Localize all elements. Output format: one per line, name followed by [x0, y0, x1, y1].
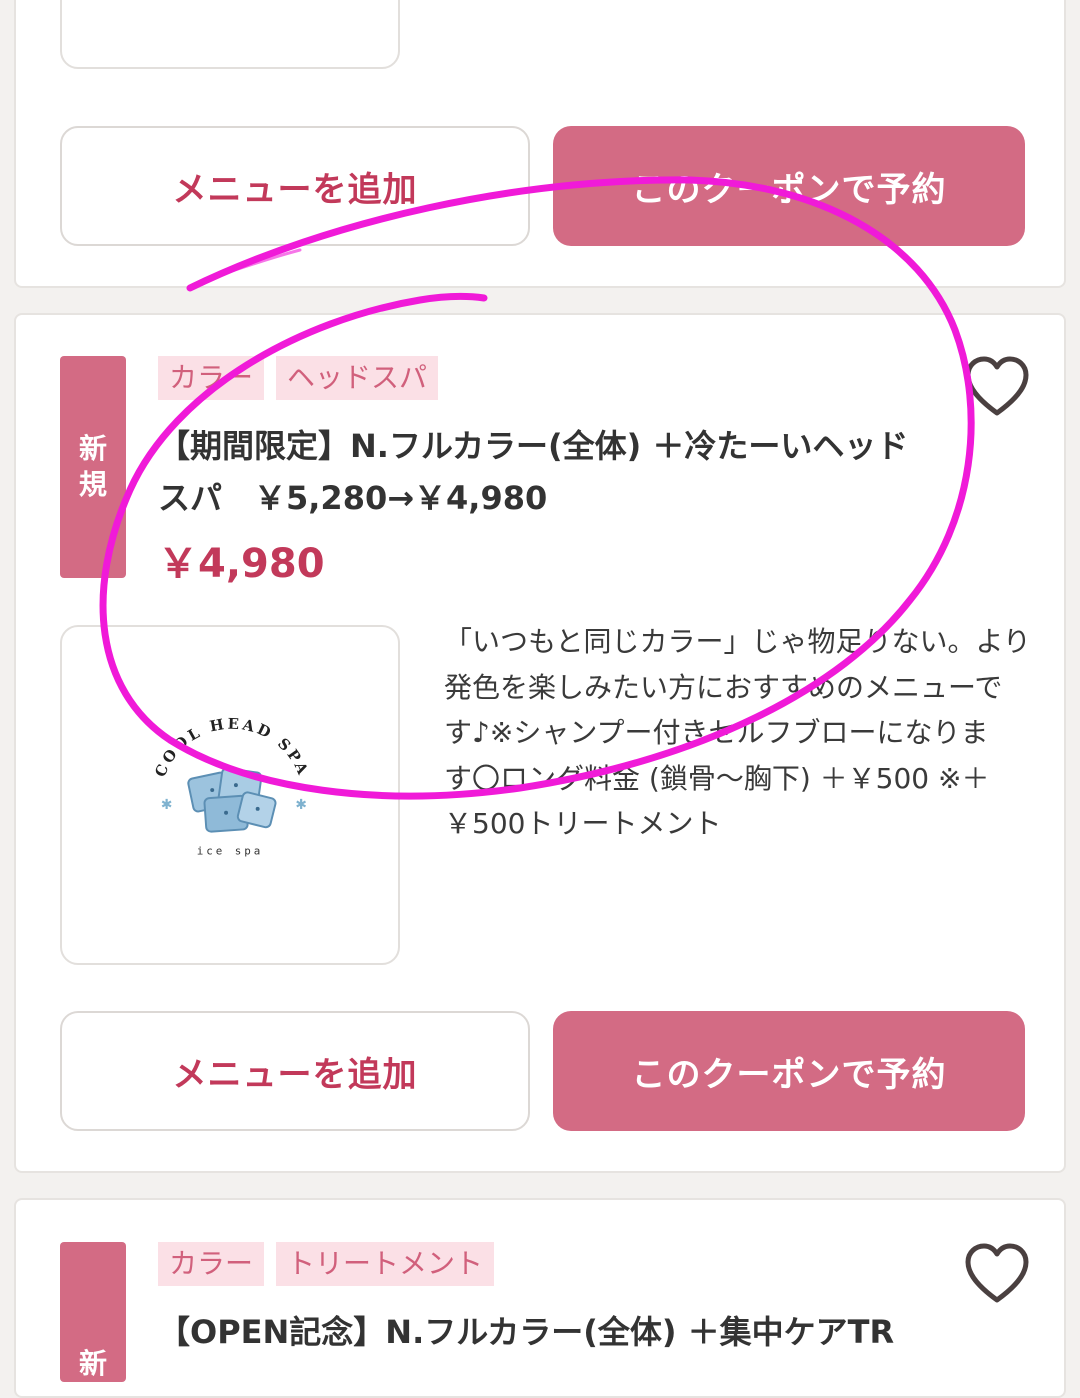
- description-line: 発色を楽しみたい方におすすめのメニューで: [444, 670, 1003, 704]
- description-line: す♪※シャンプー付きセルフブローになりま: [444, 716, 989, 749]
- svg-text:✱: ✱: [295, 797, 307, 813]
- description-line: ￥500トリートメント: [444, 807, 722, 840]
- coupon-title-line: 【期間限定】N.フルカラー(全体) ＋冷たーいヘッド: [158, 427, 909, 465]
- coupon-price: ￥4,980: [158, 541, 325, 587]
- new-badge-char: 規: [78, 468, 107, 501]
- tag-head-spa: ヘッドスパ: [276, 356, 439, 400]
- coupon-card: 新 規 カラー ヘッドスパ 【期間限定】N.フルカラー(全体) ＋冷たーいヘッド…: [14, 313, 1066, 1173]
- heart-icon[interactable]: [962, 1240, 1032, 1310]
- coupon-card: 新 カラー トリートメント 【OPEN記念】N.フルカラー(全体) ＋集中ケアT…: [14, 1198, 1066, 1398]
- add-menu-button[interactable]: メニューを追加: [60, 126, 530, 246]
- new-badge-char: 新: [78, 432, 107, 465]
- coupon-tags: カラー トリートメント: [158, 1242, 495, 1286]
- svg-text:✱: ✱: [161, 797, 173, 813]
- coupon-title: 【OPEN記念】N.フルカラー(全体) ＋集中ケアTR: [158, 1306, 958, 1358]
- coupon-title-line: スパ ￥5,280→￥4,980: [158, 479, 548, 517]
- coupon-title: 【期間限定】N.フルカラー(全体) ＋冷たーいヘッド スパ ￥5,280→￥4,…: [158, 420, 958, 524]
- heart-icon[interactable]: [962, 353, 1032, 423]
- coupon-card: メニューを追加 このクーポンで予約: [14, 0, 1066, 288]
- coupon-image: COOL HEAD SPA ✱ ✱ ice spa: [60, 625, 400, 965]
- tag-treatment: トリートメント: [276, 1242, 495, 1286]
- coupon-image: [60, 0, 400, 69]
- new-badge-char: 新: [78, 1347, 107, 1380]
- cool-head-spa-logo: COOL HEAD SPA ✱ ✱ ice spa: [152, 716, 309, 858]
- description-line: 「いつもと同じカラー」じゃ物足りない。より: [444, 625, 1031, 658]
- tag-color: カラー: [158, 356, 265, 400]
- description-line: す〇ロング料金 (鎖骨〜胸下) ＋￥500 ※＋: [444, 761, 990, 795]
- tag-color: カラー: [158, 1242, 265, 1286]
- new-customer-badge: 新 規: [60, 356, 126, 578]
- coupon-tags: カラー ヘッドスパ: [158, 356, 439, 400]
- new-customer-badge: 新: [60, 1242, 126, 1382]
- book-coupon-button[interactable]: このクーポンで予約: [553, 1011, 1025, 1131]
- coupon-description: 「いつもと同じカラー」じゃ物足りない。より 発色を楽しみたい方におすすめのメニュ…: [444, 619, 1034, 847]
- book-coupon-button[interactable]: このクーポンで予約: [553, 126, 1025, 246]
- logo-sub-text: ice spa: [197, 844, 264, 857]
- ice-cube-graphic: ✱ ✱: [161, 767, 307, 833]
- add-menu-button[interactable]: メニューを追加: [60, 1011, 530, 1131]
- coupon-title-line: 【OPEN記念】N.フルカラー(全体) ＋集中ケアTR: [158, 1313, 895, 1351]
